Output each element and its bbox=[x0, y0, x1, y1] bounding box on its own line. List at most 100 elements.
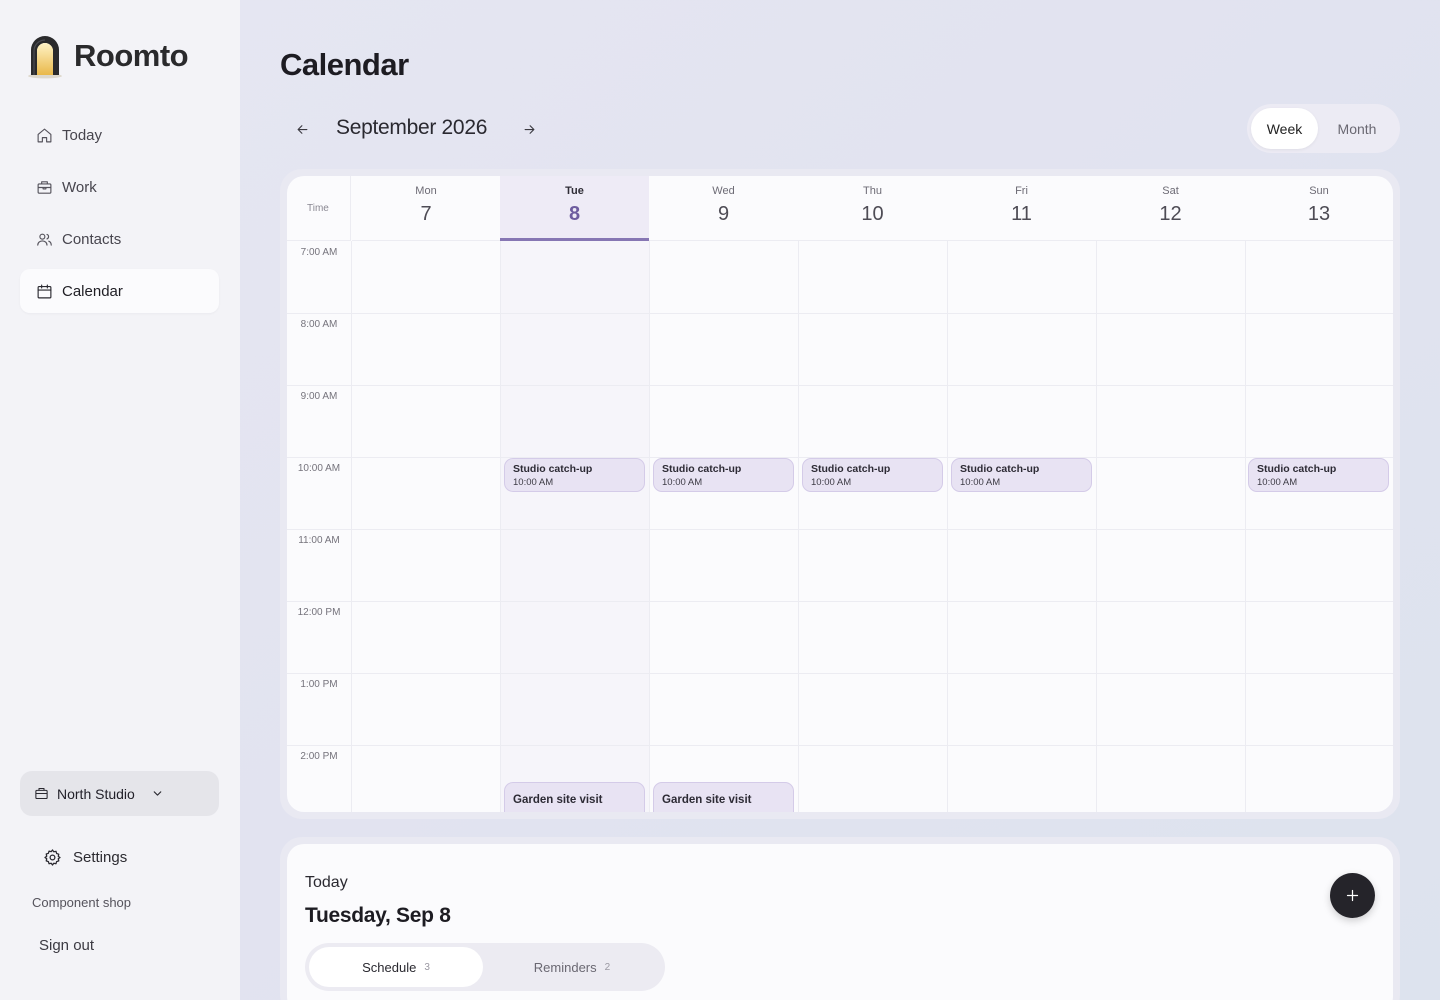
event-time: 10:00 AM bbox=[513, 477, 554, 488]
grid-line bbox=[287, 673, 1393, 674]
day-name: Sat bbox=[1162, 185, 1179, 197]
arrow-left-icon bbox=[297, 124, 307, 134]
event-time: 10:00 AM bbox=[811, 477, 852, 488]
time-header-label: Time bbox=[307, 203, 329, 214]
tab-label: Reminders bbox=[533, 959, 597, 975]
event-title: Studio catch-up bbox=[811, 463, 891, 475]
sign-out-link[interactable]: Sign out bbox=[39, 937, 94, 954]
today-panel-frame: Today Tuesday, Sep 8 Schedule 3 Reminder… bbox=[280, 837, 1400, 1000]
day-date: 7 bbox=[420, 203, 432, 225]
event-card[interactable]: Studio catch-up 10:00 AM bbox=[1248, 458, 1389, 492]
hour-label: 10:00 AM bbox=[297, 463, 341, 474]
event-title: Studio catch-up bbox=[960, 463, 1040, 475]
event-title: Studio catch-up bbox=[1257, 463, 1337, 475]
today-column-highlight bbox=[500, 241, 649, 812]
day-date: 10 bbox=[861, 203, 884, 225]
grid-line bbox=[1096, 241, 1097, 812]
building-icon bbox=[35, 787, 48, 800]
hour-label: 2:00 PM bbox=[300, 751, 338, 762]
event-card[interactable]: Studio catch-up 10:00 AM bbox=[504, 458, 645, 492]
today-panel-date: Tuesday, Sep 8 bbox=[305, 904, 451, 927]
grid-line bbox=[798, 241, 799, 812]
day-header-wed[interactable]: Wed 9 bbox=[649, 176, 798, 241]
brand-name: Roomto bbox=[74, 38, 189, 73]
arrow-right-icon bbox=[524, 124, 534, 134]
day-name: Tue bbox=[565, 185, 584, 197]
today-tabs: Schedule 3 Reminders 2 bbox=[305, 943, 665, 991]
day-header-mon[interactable]: Mon 7 bbox=[352, 176, 500, 241]
day-header-tue[interactable]: Tue 8 bbox=[500, 176, 649, 241]
grid-line bbox=[287, 529, 1393, 530]
week-calendar: Time Mon 7 Tue 8 Wed 9 Thu 10 Fri 11 Sat… bbox=[287, 176, 1393, 812]
chevron-down-icon bbox=[153, 791, 162, 796]
day-date: 13 bbox=[1307, 203, 1331, 225]
next-month-button[interactable] bbox=[517, 117, 541, 141]
tab-label: Schedule bbox=[362, 959, 417, 975]
time-column-header: Time bbox=[287, 176, 351, 241]
page-title: Calendar bbox=[280, 47, 409, 82]
event-card[interactable]: Studio catch-up 10:00 AM bbox=[653, 458, 794, 492]
day-header-sat[interactable]: Sat 12 bbox=[1096, 176, 1245, 241]
day-header-fri[interactable]: Fri 11 bbox=[947, 176, 1096, 241]
event-card[interactable]: Garden site visit bbox=[504, 782, 645, 812]
event-time: 10:00 AM bbox=[960, 477, 1001, 488]
day-date: 9 bbox=[717, 203, 730, 225]
sidebar: Roomto Today Work Contacts Calendar Nort… bbox=[0, 0, 240, 1000]
gear-icon bbox=[44, 849, 61, 866]
settings-label: Settings bbox=[73, 849, 128, 866]
tab-count: 2 bbox=[604, 961, 611, 973]
grid-line bbox=[287, 313, 1393, 314]
view-toggle: Week Month bbox=[1247, 104, 1400, 153]
sidebar-nav: Today Work Contacts Calendar bbox=[20, 113, 219, 321]
hour-label: 8:00 AM bbox=[300, 319, 338, 330]
sidebar-item-label: Today bbox=[62, 126, 103, 144]
grid-line bbox=[649, 241, 650, 812]
component-shop-link[interactable]: Component shop bbox=[32, 895, 131, 910]
sidebar-item-label: Contacts bbox=[62, 230, 122, 248]
event-card[interactable]: Studio catch-up 10:00 AM bbox=[951, 458, 1092, 492]
hour-label: 7:00 AM bbox=[300, 247, 338, 258]
grid-line bbox=[947, 241, 948, 812]
add-event-button[interactable] bbox=[1330, 873, 1375, 918]
event-card[interactable]: Studio catch-up 10:00 AM bbox=[802, 458, 943, 492]
hour-label: 12:00 PM bbox=[297, 607, 341, 618]
briefcase-icon bbox=[37, 180, 52, 194]
event-title: Garden site visit bbox=[662, 794, 752, 806]
day-header-sun[interactable]: Sun 13 bbox=[1245, 176, 1393, 241]
org-switcher[interactable]: North Studio bbox=[20, 771, 219, 816]
sidebar-item-today[interactable]: Today bbox=[20, 113, 219, 157]
today-panel-label: Today bbox=[305, 874, 348, 891]
grid-line bbox=[287, 601, 1393, 602]
archway-logo-icon bbox=[28, 36, 62, 79]
day-name: Sun bbox=[1309, 185, 1329, 197]
day-header-thu[interactable]: Thu 10 bbox=[798, 176, 947, 241]
day-name: Thu bbox=[863, 185, 882, 197]
week-view-button[interactable]: Week bbox=[1251, 108, 1318, 149]
event-time: 10:00 AM bbox=[662, 477, 703, 488]
grid-line bbox=[1245, 241, 1246, 812]
sidebar-item-label: Calendar bbox=[62, 282, 123, 300]
day-date: 11 bbox=[1011, 203, 1032, 225]
current-month-label: September 2026 bbox=[336, 116, 488, 139]
event-title: Studio catch-up bbox=[513, 463, 593, 475]
event-time: 10:00 AM bbox=[1257, 477, 1298, 488]
tab-schedule[interactable]: Schedule 3 bbox=[309, 947, 483, 987]
day-name: Mon bbox=[415, 185, 437, 197]
settings-link[interactable]: Settings bbox=[43, 848, 127, 867]
home-icon bbox=[37, 128, 52, 142]
event-card[interactable]: Garden site visit bbox=[653, 782, 794, 812]
previous-month-button[interactable] bbox=[290, 117, 314, 141]
calendar-icon bbox=[37, 284, 52, 298]
sidebar-item-contacts[interactable]: Contacts bbox=[20, 217, 219, 261]
day-name: Wed bbox=[712, 185, 735, 197]
calendar-frame: Time Mon 7 Tue 8 Wed 9 Thu 10 Fri 11 Sat… bbox=[280, 169, 1400, 819]
tab-reminders[interactable]: Reminders 2 bbox=[483, 947, 661, 987]
sidebar-item-work[interactable]: Work bbox=[20, 165, 219, 209]
brand-logo[interactable]: Roomto bbox=[24, 33, 189, 79]
day-name: Fri bbox=[1015, 185, 1028, 197]
today-panel: Today Tuesday, Sep 8 Schedule 3 Reminder… bbox=[287, 844, 1393, 1000]
month-view-button[interactable]: Month bbox=[1318, 108, 1396, 149]
sidebar-item-calendar[interactable]: Calendar bbox=[20, 269, 219, 313]
org-name: North Studio bbox=[57, 785, 135, 802]
hour-label: 9:00 AM bbox=[300, 391, 338, 402]
